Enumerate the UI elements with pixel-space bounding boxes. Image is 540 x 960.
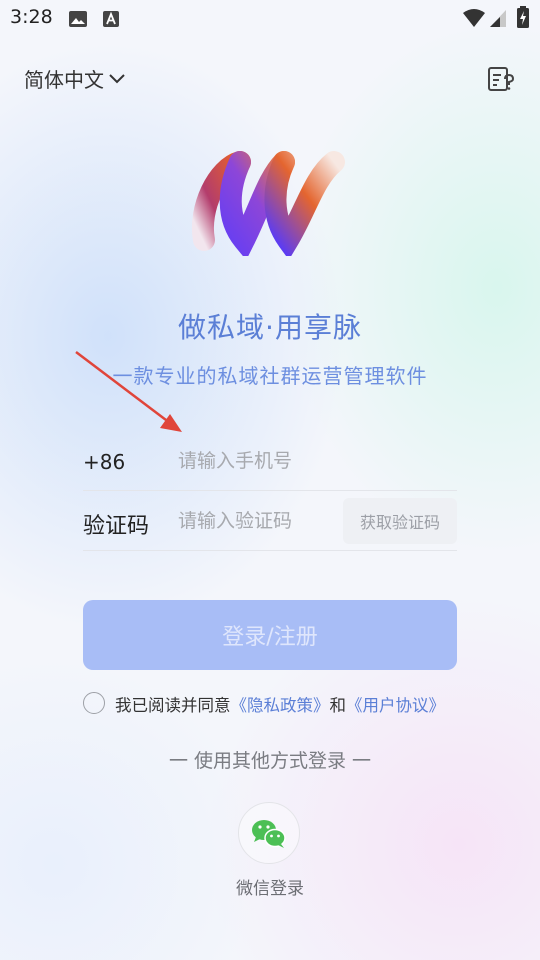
subtitle: 一款专业的私域社群运营管理软件 xyxy=(112,364,428,388)
wechat-icon xyxy=(252,820,286,848)
wechat-login-label: 微信登录 xyxy=(236,879,304,899)
slogan: 做私域·用享脉 xyxy=(178,311,362,344)
agreement-connector: 和 xyxy=(329,696,347,715)
code-input[interactable] xyxy=(178,504,338,538)
language-selector[interactable]: 简体中文 xyxy=(24,64,126,93)
code-label: 验证码 xyxy=(83,514,150,539)
privacy-policy-link[interactable]: 《隐私政策》 xyxy=(231,696,330,715)
wechat-login-button[interactable] xyxy=(238,802,300,864)
language-label: 简体中文 xyxy=(24,68,104,92)
help-doc-icon[interactable] xyxy=(486,64,516,94)
signal-icon xyxy=(490,10,506,27)
country-code-selector[interactable]: +86 xyxy=(83,450,125,474)
phone-input[interactable] xyxy=(178,444,448,478)
wifi-icon xyxy=(463,9,485,27)
status-bar: 3:28 xyxy=(0,0,540,38)
agreement-prefix: 我已阅读并同意 xyxy=(115,696,231,715)
battery-charging-icon xyxy=(517,6,529,28)
image-icon xyxy=(69,11,87,27)
agree-checkbox[interactable] xyxy=(83,692,105,714)
chevron-down-icon xyxy=(109,73,125,83)
agreement-text: 我已阅读并同意《隐私政策》和《用户协议》 xyxy=(115,692,455,719)
user-agreement-link[interactable]: 《用户协议》 xyxy=(346,696,445,715)
status-time: 3:28 xyxy=(10,6,53,28)
other-login-divider: 一 使用其他方式登录 一 xyxy=(168,750,372,772)
a-icon xyxy=(103,11,119,27)
login-button[interactable]: 登录/注册 xyxy=(83,600,457,670)
get-code-button[interactable]: 获取验证码 xyxy=(343,498,457,544)
app-logo xyxy=(191,151,345,256)
code-row: 验证码 获取验证码 xyxy=(83,492,457,551)
phone-row: +86 xyxy=(83,432,457,491)
